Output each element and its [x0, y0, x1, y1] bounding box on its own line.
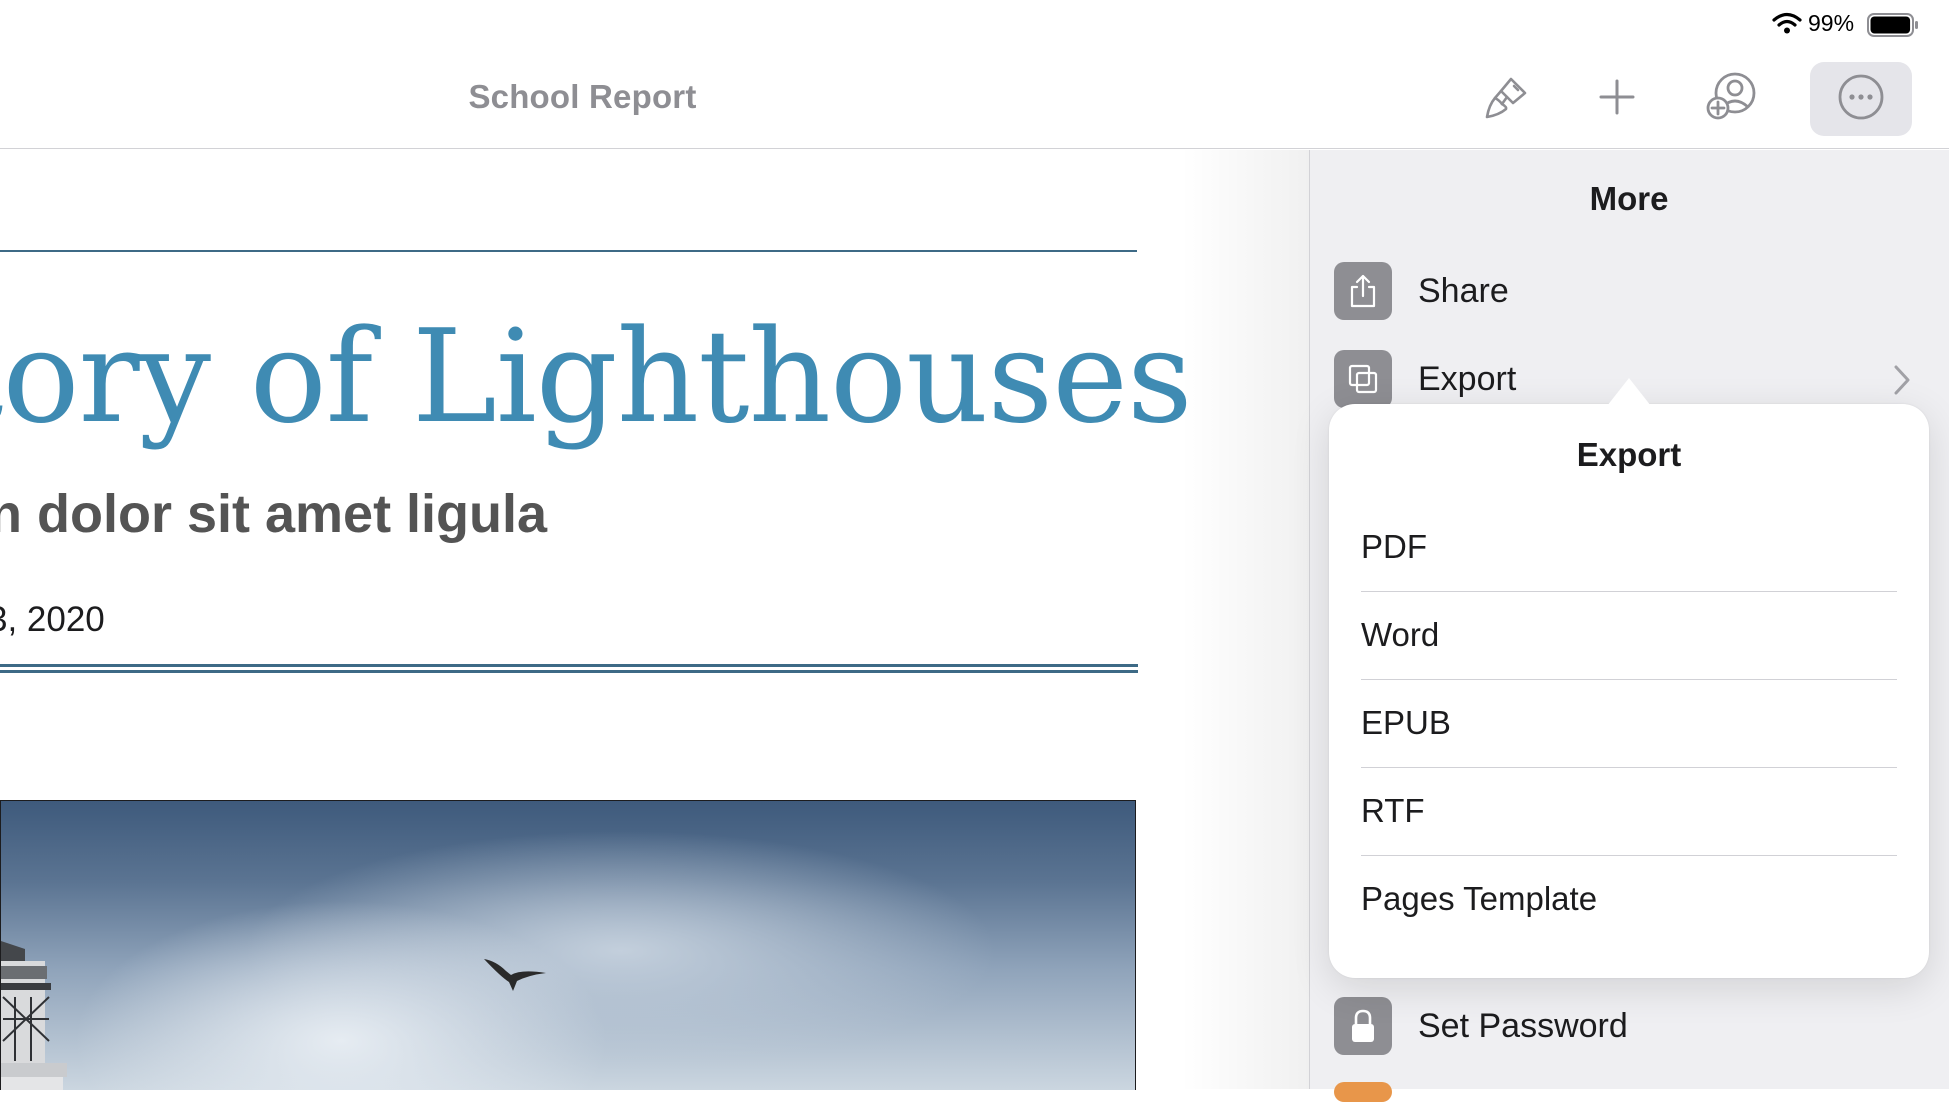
export-option-label: Word — [1361, 616, 1440, 653]
collaborate-button[interactable] — [1692, 62, 1772, 136]
title-rule-top — [0, 250, 1137, 252]
export-popover-title: Export — [1576, 436, 1682, 473]
status-bar: 99% — [0, 0, 1949, 50]
export-option-pages-template[interactable]: Pages Template — [1361, 855, 1897, 943]
insert-button[interactable] — [1577, 62, 1657, 136]
export-menu-item[interactable]: Export — [1418, 360, 1516, 399]
more-button[interactable] — [1810, 62, 1912, 136]
export-option-word[interactable]: Word — [1361, 591, 1897, 680]
share-menu-item[interactable]: Share — [1418, 272, 1509, 311]
export-option-pdf[interactable]: PDF — [1361, 503, 1897, 592]
paintbrush-icon — [1481, 71, 1533, 128]
plus-icon — [1597, 77, 1637, 122]
chevron-right-icon — [1892, 364, 1912, 401]
lock-icon[interactable] — [1334, 997, 1392, 1055]
title-rule-bottom — [0, 664, 1138, 667]
format-button[interactable] — [1467, 62, 1547, 136]
battery-icon — [1867, 13, 1919, 42]
export-icon[interactable] — [1334, 350, 1392, 408]
set-password-menu-item[interactable]: Set Password — [1418, 1007, 1628, 1046]
wifi-icon — [1772, 12, 1802, 39]
export-option-epub[interactable]: EPUB — [1361, 679, 1897, 768]
lighthouse-shape — [1, 941, 67, 1090]
seagull-shape — [484, 959, 546, 991]
title-rule-bottom-double — [0, 670, 1138, 673]
battery-percentage: 99% — [1808, 10, 1855, 36]
document-headline[interactable]: tory of Lighthouses — [0, 303, 1193, 452]
export-option-label: Pages Template — [1361, 880, 1598, 917]
ellipsis-circle-icon — [1837, 73, 1885, 126]
add-collaborator-icon — [1703, 71, 1761, 128]
more-panel-title: More — [1589, 180, 1669, 217]
document-title[interactable]: School Report — [330, 78, 835, 116]
lighthouse-photo[interactable] — [0, 800, 1136, 1090]
export-option-rtf[interactable]: RTF — [1361, 767, 1897, 856]
partial-menu-icon — [1334, 1082, 1392, 1102]
document-subtitle[interactable]: n dolor sit amet ligula — [0, 483, 547, 545]
export-option-label: RTF — [1361, 792, 1425, 829]
popover-arrow — [1607, 378, 1651, 406]
panel-shadow — [1180, 150, 1310, 1089]
export-option-label: EPUB — [1361, 704, 1451, 741]
share-icon[interactable] — [1334, 262, 1392, 320]
export-option-label: PDF — [1361, 528, 1427, 565]
document-date[interactable]: 3, 2020 — [0, 600, 105, 640]
